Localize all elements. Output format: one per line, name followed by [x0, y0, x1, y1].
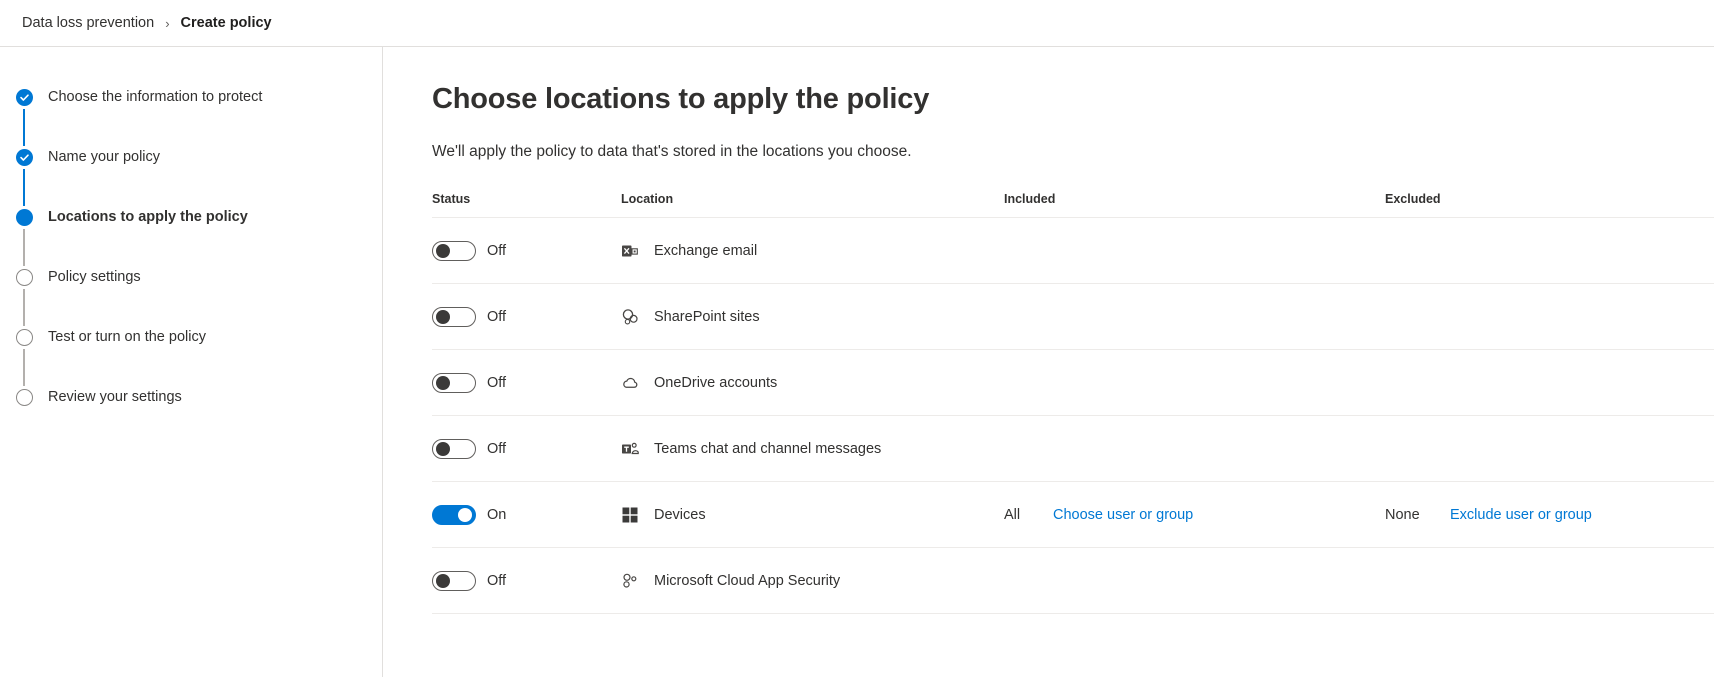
toggle-knob: [436, 244, 450, 258]
location-name: SharePoint sites: [654, 309, 760, 325]
wizard-step-name-your-policy[interactable]: Name your policy: [15, 149, 382, 209]
step-connector: [23, 349, 25, 386]
excluded-value: None: [1385, 507, 1450, 523]
toggle-state-label: Off: [487, 573, 506, 589]
toggle-knob: [458, 508, 472, 522]
step-label: Policy settings: [48, 269, 141, 329]
location-status-toggle[interactable]: [432, 439, 476, 459]
teams-icon: [621, 440, 639, 458]
wizard-step-locations-to-apply-the-policy[interactable]: Locations to apply the policy: [15, 209, 382, 269]
table-row: Off: [432, 416, 1714, 482]
step-status-icon: [16, 149, 33, 166]
table-row: On: [432, 482, 1714, 548]
step-label: Review your settings: [48, 389, 182, 449]
check-icon: [19, 92, 30, 103]
location-name: OneDrive accounts: [654, 375, 777, 391]
location-name: Devices: [654, 507, 706, 523]
wizard-steps-sidebar: Choose the information to protect Name y…: [0, 47, 383, 677]
step-status-icon: [16, 269, 33, 286]
locations-table-header: Status Location Included Excluded: [432, 192, 1714, 218]
table-row: Off: [432, 284, 1714, 350]
breadcrumb-item-create-policy: Create policy: [181, 15, 272, 31]
location-name: Exchange email: [654, 243, 757, 259]
table-row: Off: [432, 548, 1714, 614]
toggle-knob: [436, 442, 450, 456]
wizard-step-choose-the-information-to-protect[interactable]: Choose the information to protect: [15, 89, 382, 149]
step-label: Test or turn on the policy: [48, 329, 206, 389]
step-connector: [23, 169, 25, 206]
locations-table-body: Off: [432, 218, 1714, 614]
included-value: All: [1004, 507, 1053, 523]
step-status-icon: [16, 89, 33, 106]
check-icon: [19, 152, 30, 163]
step-connector: [23, 289, 25, 326]
location-name: Teams chat and channel messages: [654, 441, 881, 457]
location-name: Microsoft Cloud App Security: [654, 573, 840, 589]
step-label: Locations to apply the policy: [48, 209, 248, 269]
step-connector: [23, 229, 25, 266]
table-row: Off: [432, 218, 1714, 284]
step-label: Name your policy: [48, 149, 160, 209]
toggle-state-label: Off: [487, 309, 506, 325]
breadcrumb: Data loss prevention › Create policy: [0, 0, 1714, 47]
location-status-toggle[interactable]: [432, 505, 476, 525]
choose-user-or-group-link[interactable]: Choose user or group: [1053, 507, 1193, 523]
column-header-included: Included: [1004, 192, 1385, 206]
column-header-excluded: Excluded: [1385, 192, 1714, 206]
toggle-knob: [436, 310, 450, 324]
column-header-location: Location: [621, 192, 1004, 206]
location-status-toggle[interactable]: [432, 307, 476, 327]
wizard-step-policy-settings[interactable]: Policy settings: [15, 269, 382, 329]
onedrive-icon: [621, 374, 639, 392]
sharepoint-icon: [621, 308, 639, 326]
toggle-knob: [436, 574, 450, 588]
exclude-user-or-group-link[interactable]: Exclude user or group: [1450, 507, 1592, 523]
page-title: Choose locations to apply the policy: [432, 83, 1714, 116]
toggle-state-label: Off: [487, 375, 506, 391]
breadcrumb-chevron-icon: ›: [165, 16, 169, 31]
step-status-icon: [16, 209, 33, 226]
cloud-app-security-icon: [621, 572, 639, 590]
wizard-step-test-or-turn-on-the-policy[interactable]: Test or turn on the policy: [15, 329, 382, 389]
toggle-state-label: Off: [487, 243, 506, 259]
step-status-icon: [16, 329, 33, 346]
table-row: Off: [432, 350, 1714, 416]
exchange-icon: [621, 242, 639, 260]
toggle-state-label: Off: [487, 441, 506, 457]
main-panel: Choose locations to apply the policy We'…: [383, 47, 1714, 677]
breadcrumb-item-dlp[interactable]: Data loss prevention: [22, 15, 154, 31]
step-connector: [23, 109, 25, 146]
step-label: Choose the information to protect: [48, 89, 262, 149]
location-status-toggle[interactable]: [432, 571, 476, 591]
toggle-knob: [436, 376, 450, 390]
windows-icon: [621, 506, 639, 524]
wizard-step-review-your-settings[interactable]: Review your settings: [15, 389, 382, 449]
toggle-state-label: On: [487, 507, 506, 523]
location-status-toggle[interactable]: [432, 241, 476, 261]
page-subtitle: We'll apply the policy to data that's st…: [432, 143, 1714, 161]
column-header-status: Status: [432, 192, 621, 206]
location-status-toggle[interactable]: [432, 373, 476, 393]
step-status-icon: [16, 389, 33, 406]
